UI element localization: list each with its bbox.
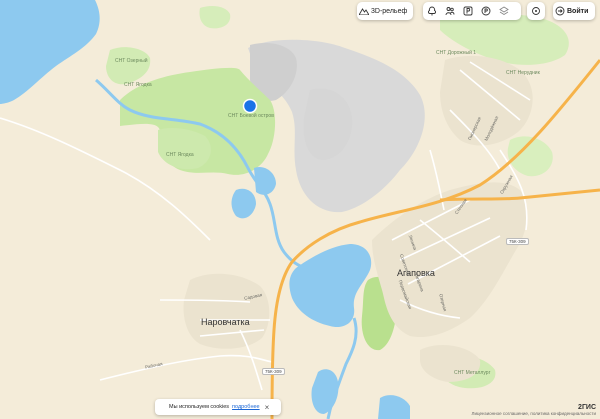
cookie-banner: Мы используем cookies подробнее × [155, 399, 281, 415]
snt-metallurg-label: СНТ Металлург [454, 370, 491, 376]
snt-ozernyy-label: СНТ Озерный [115, 58, 148, 64]
parking-icon[interactable] [459, 2, 477, 20]
relief-toggle-label: 3D-рельеф [371, 7, 408, 15]
brand-logo: 2ГИС [578, 404, 596, 411]
people-icon[interactable] [441, 2, 459, 20]
relief-toggle-button[interactable]: 3D-рельеф [357, 2, 413, 20]
map-canvas[interactable] [0, 0, 600, 419]
mountain-icon [357, 2, 371, 20]
locate-icon [527, 2, 545, 20]
layers-icon[interactable] [495, 2, 513, 20]
legal-links[interactable]: Лицензионное соглашение, политика конфид… [472, 411, 596, 416]
cookie-text: Мы используем cookies [169, 404, 230, 410]
tree-icon[interactable] [423, 2, 441, 20]
login-label: Войти [567, 7, 589, 15]
location-button[interactable] [527, 2, 545, 20]
road-number-1: 75К-309 [506, 238, 529, 245]
town-narovchatka [183, 273, 270, 349]
snt-boevoy-label: СНТ Боевой остров [228, 113, 274, 119]
place-narovchatka[interactable]: Наровчатка [201, 317, 250, 327]
login-icon [553, 2, 567, 20]
location-marker-icon[interactable] [242, 98, 258, 114]
snt-yagodka-label: СНТ Ягодка [124, 82, 152, 88]
snt-nerudnik-label: СНТ Нерудник [506, 70, 540, 76]
snt-dorozhnik-label: СНТ Дорожный 1 [436, 50, 477, 56]
road-number-2: 75К-309 [262, 368, 285, 375]
map-tools-group [423, 2, 521, 20]
map-footer: 2ГИС Лицензионное соглашение, политика к… [472, 404, 596, 416]
fuel-icon[interactable] [477, 2, 495, 20]
cookie-details-link[interactable]: подробнее [232, 404, 260, 410]
cookie-close-button[interactable]: × [265, 403, 270, 412]
login-button[interactable]: Войти [553, 2, 595, 20]
snt-yagodka2-label: СНТ Ягодка [166, 152, 194, 158]
